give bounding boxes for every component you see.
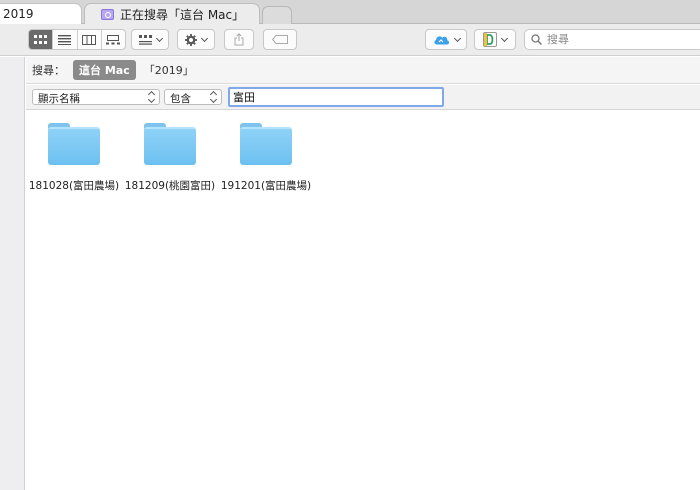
icon-view-icon bbox=[33, 34, 47, 44]
gear-icon bbox=[185, 33, 197, 46]
folder-name: 191201(富田農場) bbox=[220, 180, 312, 192]
attribute-popup[interactable]: 顯示名稱 bbox=[32, 89, 160, 105]
scope-folder[interactable]: 「2019」 bbox=[144, 62, 194, 78]
edit-tags-button[interactable] bbox=[263, 29, 297, 50]
group-icon bbox=[138, 34, 152, 45]
chevron-down-icon bbox=[155, 34, 163, 42]
tab-search[interactable]: 正在搜尋「這台 Mac」 bbox=[84, 3, 260, 25]
chevron-down-icon bbox=[500, 34, 509, 42]
criteria-value-input[interactable] bbox=[228, 87, 444, 107]
column-view-icon bbox=[82, 34, 97, 45]
share-icon bbox=[234, 33, 244, 46]
search-icon bbox=[531, 34, 542, 45]
folder-item[interactable]: 191201(富田農場) bbox=[218, 123, 314, 193]
folder-item[interactable]: 181028(富田農場) bbox=[26, 123, 122, 193]
new-tab-button[interactable] bbox=[262, 6, 292, 24]
dropbox-button[interactable] bbox=[474, 29, 516, 50]
up-down-arrows-icon bbox=[148, 91, 156, 103]
search-criteria-bar: 顯示名稱 包含 bbox=[26, 85, 700, 110]
folder-icon bbox=[240, 123, 292, 165]
view-mode-segmented bbox=[28, 29, 126, 50]
tag-icon bbox=[272, 35, 288, 44]
group-by-button[interactable] bbox=[131, 29, 169, 50]
search-input[interactable] bbox=[547, 33, 687, 46]
document-app-icon bbox=[483, 32, 497, 47]
operator-value: 包含 bbox=[170, 93, 191, 105]
tab-bar: 2019 正在搜尋「這台 Mac」 bbox=[0, 0, 700, 25]
folder-name: 181028(富田農場) bbox=[28, 180, 120, 192]
tab-label: 2019 bbox=[3, 7, 34, 21]
chevron-down-icon bbox=[200, 34, 209, 42]
scope-label: 搜尋： bbox=[32, 64, 65, 77]
tab-2019[interactable]: 2019 bbox=[0, 3, 82, 24]
folder-icon bbox=[144, 123, 196, 165]
attribute-value: 顯示名稱 bbox=[38, 93, 80, 105]
column-view-button[interactable] bbox=[78, 30, 102, 49]
cloud-button[interactable] bbox=[425, 29, 467, 50]
icon-view-button[interactable] bbox=[29, 30, 54, 49]
results-area: 181028(富田農場) 181209(桃園富田) 191201(富田農場) bbox=[26, 111, 700, 490]
tab-label: 正在搜尋「這台 Mac」 bbox=[120, 8, 245, 22]
search-field[interactable] bbox=[524, 29, 700, 50]
folder-icon bbox=[48, 123, 100, 165]
cloud-icon bbox=[433, 36, 449, 45]
folder-name: 181209(桃園富田) bbox=[124, 180, 216, 192]
gallery-view-icon bbox=[106, 34, 121, 44]
list-view-icon bbox=[58, 34, 72, 45]
share-button[interactable] bbox=[224, 29, 254, 50]
list-view-button[interactable] bbox=[53, 30, 78, 49]
gallery-view-button[interactable] bbox=[102, 30, 125, 49]
search-scope-bar: 搜尋： 這台 Mac 「2019」 bbox=[26, 57, 700, 84]
scope-this-mac[interactable]: 這台 Mac bbox=[73, 60, 136, 80]
sidebar bbox=[0, 57, 25, 490]
operator-popup[interactable]: 包含 bbox=[164, 89, 222, 105]
up-down-arrows-icon bbox=[210, 91, 218, 103]
chevron-down-icon bbox=[453, 34, 461, 42]
folder-item[interactable]: 181209(桃園富田) bbox=[122, 123, 218, 193]
toolbar bbox=[0, 24, 700, 56]
smart-folder-icon bbox=[101, 9, 114, 20]
action-button[interactable] bbox=[177, 29, 215, 50]
